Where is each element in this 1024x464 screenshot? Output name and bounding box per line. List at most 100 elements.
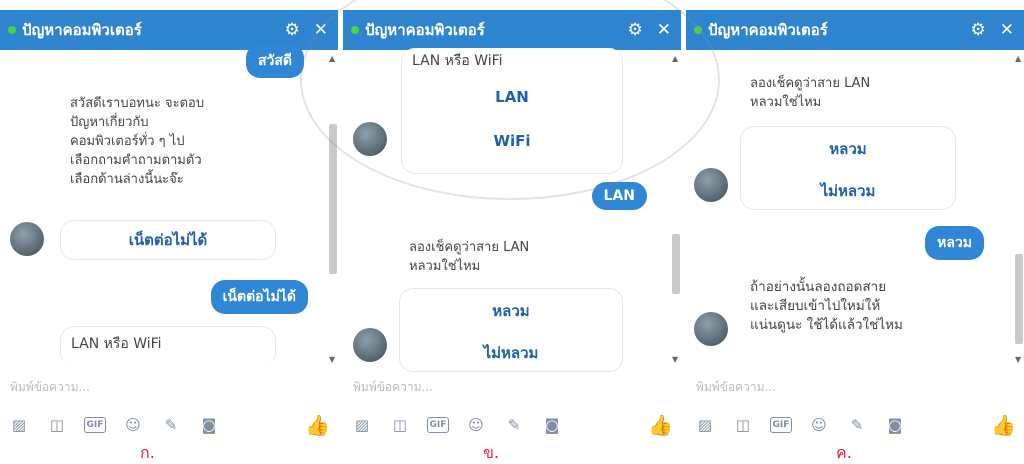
composer-toolbar: ▨ ◫ GIF ☺ ✎ ◙ 👍 bbox=[351, 410, 673, 440]
sticker-icon[interactable]: ◫ bbox=[389, 414, 411, 436]
gif-icon[interactable]: GIF bbox=[84, 417, 106, 433]
online-indicator bbox=[8, 26, 16, 34]
like-icon[interactable]: 👍 bbox=[305, 413, 330, 437]
bot-message: ลองเช็คดูว่าสาย LAN หลวมใช่ไหม bbox=[409, 238, 629, 276]
bot-message-line: หลวมใช่ไหม bbox=[750, 95, 822, 110]
message-input[interactable]: พิมพ์ข้อความ... bbox=[10, 378, 90, 397]
outgoing-message: LAN bbox=[591, 182, 647, 210]
like-icon[interactable]: 👍 bbox=[991, 413, 1016, 437]
bot-message: LAN หรือ WiFi bbox=[71, 336, 162, 352]
gear-icon[interactable]: ⚙ bbox=[971, 20, 986, 40]
panel-label: ก. bbox=[140, 443, 155, 462]
quick-reply-card: หลวม ไม่หลวม bbox=[740, 126, 956, 210]
chat-panel-a: ปัญหาคอมพิวเตอร์ ⚙ ✕ สวัสดี สวัสดีเราบอท… bbox=[0, 0, 338, 464]
camera-icon[interactable]: ◙ bbox=[541, 414, 563, 436]
sticker-icon[interactable]: ◫ bbox=[46, 414, 68, 436]
message-input[interactable]: พิมพ์ข้อความ... bbox=[353, 378, 433, 397]
scrollbar[interactable]: ▲ ▼ bbox=[671, 54, 681, 364]
chat-panel-b: ปัญหาคอมพิวเตอร์ ⚙ ✕ LAN หรือ WiFi LAN W… bbox=[343, 0, 681, 464]
sticker-icon[interactable]: ◫ bbox=[732, 414, 754, 436]
chat-title: ปัญหาคอมพิวเตอร์ bbox=[708, 21, 828, 39]
bot-avatar bbox=[353, 122, 387, 156]
gif-icon[interactable]: GIF bbox=[427, 417, 449, 433]
gif-icon[interactable]: GIF bbox=[770, 417, 792, 433]
scroll-up-arrow[interactable]: ▲ bbox=[329, 54, 335, 63]
image-icon[interactable]: ▨ bbox=[351, 414, 373, 436]
close-icon[interactable]: ✕ bbox=[657, 20, 671, 40]
attachment-icon[interactable]: ✎ bbox=[160, 414, 182, 436]
quick-reply-button[interactable]: ไม่หลวม bbox=[400, 341, 622, 365]
outgoing-message: สวัสดี bbox=[245, 44, 304, 78]
scroll-down-arrow[interactable]: ▼ bbox=[1015, 355, 1021, 364]
emoji-icon[interactable]: ☺ bbox=[808, 414, 830, 436]
scroll-down-arrow[interactable]: ▼ bbox=[329, 355, 335, 364]
outgoing-message: เน็ตต่อไม่ได้ bbox=[210, 280, 308, 314]
composer-toolbar: ▨ ◫ GIF ☺ ✎ ◙ 👍 bbox=[8, 410, 330, 440]
gear-icon[interactable]: ⚙ bbox=[628, 20, 643, 40]
bot-message: LAN หรือ WiFi bbox=[412, 53, 503, 69]
scrollbar[interactable]: ▲ ▼ bbox=[328, 54, 338, 364]
bot-message: ถ้าอย่างนั้นลองถอดสาย และเสียบเข้าไปใหม่… bbox=[750, 278, 980, 335]
message-list: สวัสดี สวัสดีเราบอทนะ จะตอบ ปัญหาเกี่ยวก… bbox=[0, 44, 338, 370]
scroll-thumb[interactable] bbox=[1015, 254, 1023, 344]
panel-label: ข. bbox=[483, 443, 500, 462]
scroll-up-arrow[interactable]: ▲ bbox=[672, 54, 678, 63]
quick-reply-card: LAN หรือ WiFi LAN WiFi bbox=[401, 48, 623, 174]
bot-message-line: ปัญหาเกี่ยวกับ bbox=[70, 115, 149, 130]
bot-message-card: LAN หรือ WiFi bbox=[60, 326, 276, 366]
attachment-icon[interactable]: ✎ bbox=[503, 414, 525, 436]
quick-reply-button[interactable]: เน็ตต่อไม่ได้ bbox=[61, 221, 275, 259]
attachment-icon[interactable]: ✎ bbox=[846, 414, 868, 436]
bot-message-line: ลองเช็คดูว่าสาย LAN bbox=[750, 76, 871, 91]
chat-title: ปัญหาคอมพิวเตอร์ bbox=[22, 21, 142, 39]
online-indicator bbox=[694, 26, 702, 34]
quick-reply-button[interactable]: ไม่หลวม bbox=[741, 179, 955, 203]
message-list: LAN หรือ WiFi LAN WiFi LAN ลองเช็คดูว่าส… bbox=[343, 48, 681, 372]
like-icon[interactable]: 👍 bbox=[648, 413, 673, 437]
image-icon[interactable]: ▨ bbox=[694, 414, 716, 436]
bot-message: ลองเช็คดูว่าสาย LAN หลวมใช่ไหม bbox=[750, 74, 970, 112]
image-icon[interactable]: ▨ bbox=[8, 414, 30, 436]
message-list: ลองเช็คดูว่าสาย LAN หลวมใช่ไหม หลวม ไม่ห… bbox=[686, 50, 1024, 370]
bot-message-line: สวัสดีเราบอทนะ จะตอบ bbox=[70, 96, 205, 111]
bot-message-line: หลวมใช่ไหม bbox=[409, 259, 481, 274]
bot-message-line: ลองเช็คดูว่าสาย LAN bbox=[409, 240, 530, 255]
scroll-thumb[interactable] bbox=[672, 234, 680, 294]
scroll-down-arrow[interactable]: ▼ bbox=[672, 355, 678, 364]
bot-message-line: และเสียบเข้าไปใหม่ให้ bbox=[750, 298, 881, 314]
emoji-icon[interactable]: ☺ bbox=[122, 414, 144, 436]
camera-icon[interactable]: ◙ bbox=[198, 414, 220, 436]
close-icon[interactable]: ✕ bbox=[314, 20, 328, 40]
camera-icon[interactable]: ◙ bbox=[884, 414, 906, 436]
bot-avatar bbox=[694, 312, 728, 346]
chat-panel-c: ปัญหาคอมพิวเตอร์ ⚙ ✕ ลองเช็คดูว่าสาย LAN… bbox=[686, 0, 1024, 464]
quick-reply-card: หลวม ไม่หลวม bbox=[399, 288, 623, 372]
scrollbar[interactable]: ▲ ▼ bbox=[1014, 54, 1024, 364]
bot-avatar bbox=[353, 328, 387, 362]
message-input[interactable]: พิมพ์ข้อความ... bbox=[696, 378, 776, 397]
gear-icon[interactable]: ⚙ bbox=[285, 20, 300, 40]
bot-message: สวัสดีเราบอทนะ จะตอบ ปัญหาเกี่ยวกับ คอมพ… bbox=[70, 94, 290, 189]
outgoing-message: หลวม bbox=[925, 226, 984, 260]
scroll-thumb[interactable] bbox=[329, 124, 337, 274]
online-indicator bbox=[351, 26, 359, 34]
bot-message-line: แน่นดูนะ ใช้ได้แล้วใช่ไหม bbox=[750, 317, 903, 333]
emoji-icon[interactable]: ☺ bbox=[465, 414, 487, 436]
close-icon[interactable]: ✕ bbox=[1000, 20, 1014, 40]
quick-reply-button[interactable]: หลวม bbox=[400, 299, 622, 323]
chat-header: ปัญหาคอมพิวเตอร์ ⚙ ✕ bbox=[686, 10, 1024, 50]
quick-reply-button[interactable]: หลวม bbox=[741, 137, 955, 161]
quick-reply-card: เน็ตต่อไม่ได้ bbox=[60, 220, 276, 260]
bot-message-line: เลือกด้านล่างนี้นะจ๊ะ bbox=[70, 172, 184, 187]
bot-message-line: เลือกถามคำถามตามตัว bbox=[70, 153, 202, 168]
scroll-up-arrow[interactable]: ▲ bbox=[1015, 54, 1021, 63]
chat-header: ปัญหาคอมพิวเตอร์ ⚙ ✕ bbox=[343, 10, 681, 50]
chat-title: ปัญหาคอมพิวเตอร์ bbox=[365, 21, 485, 39]
bot-avatar bbox=[694, 168, 728, 202]
bot-message-line: ถ้าอย่างนั้นลองถอดสาย bbox=[750, 279, 887, 295]
bot-message-line: คอมพิวเตอร์ทั่ว ๆ ไป bbox=[70, 134, 185, 149]
composer-toolbar: ▨ ◫ GIF ☺ ✎ ◙ 👍 bbox=[694, 410, 1016, 440]
quick-reply-button[interactable]: LAN bbox=[402, 88, 622, 106]
quick-reply-button[interactable]: WiFi bbox=[402, 132, 622, 150]
panel-label: ค. bbox=[836, 443, 852, 462]
